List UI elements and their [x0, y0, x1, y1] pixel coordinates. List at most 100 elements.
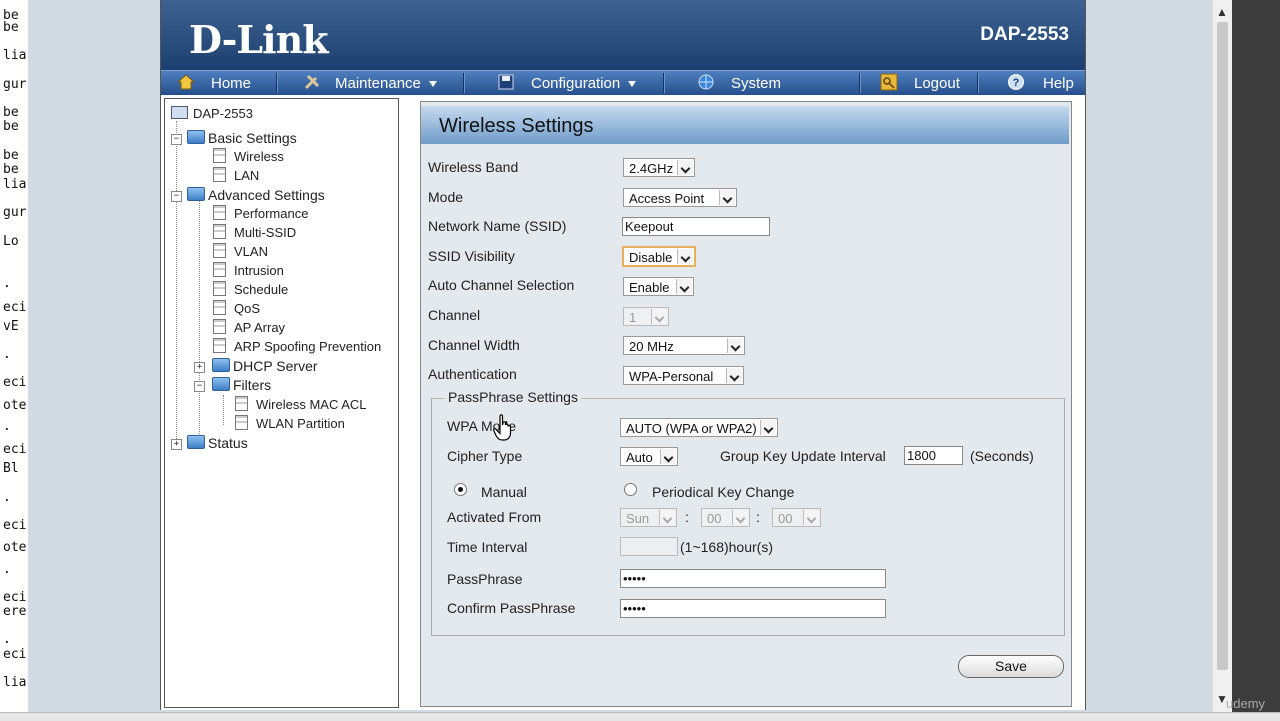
- manual-radio[interactable]: [454, 483, 467, 496]
- activated-minute-value: 00: [778, 511, 793, 526]
- auto-channel-select[interactable]: Enable: [623, 277, 694, 296]
- collapse-icon[interactable]: −: [194, 381, 205, 392]
- tree-status-label: Status: [208, 435, 248, 451]
- tree-dhcp-label: DHCP Server: [233, 358, 318, 374]
- confirm-passphrase-input[interactable]: [620, 599, 886, 618]
- tree-advanced-settings[interactable]: Advanced Settings: [187, 186, 325, 204]
- tree-guide: [223, 395, 224, 425]
- navigation-tree: DAP-2553 − Basic Settings Wireless LAN −…: [164, 98, 399, 708]
- collapse-icon[interactable]: −: [171, 134, 182, 145]
- mode-select[interactable]: Access Point: [623, 188, 737, 207]
- tree-filters[interactable]: Filters: [212, 376, 271, 394]
- chevron-down-icon: [628, 81, 637, 88]
- expand-icon[interactable]: +: [171, 439, 182, 450]
- wpa-mode-select[interactable]: AUTO (WPA or WPA2): [620, 418, 778, 437]
- passphrase-input[interactable]: [620, 569, 886, 588]
- nav-maintenance-label: Maintenance: [335, 75, 421, 92]
- tree-item-multi-ssid[interactable]: Multi-SSID: [213, 224, 296, 242]
- nav-logout[interactable]: Logout: [880, 71, 960, 95]
- terminal-text-fragment: be: [3, 20, 19, 35]
- periodical-radio[interactable]: [624, 483, 637, 496]
- folder-icon: [212, 377, 230, 391]
- activated-hour-select[interactable]: 00: [701, 508, 750, 527]
- ssid-input[interactable]: [622, 217, 770, 236]
- save-button[interactable]: Save: [958, 655, 1064, 678]
- authentication-value: WPA-Personal: [629, 369, 714, 384]
- wireless-band-select[interactable]: 2.4GHz: [623, 158, 695, 177]
- seconds-label: (Seconds): [970, 448, 1034, 464]
- main-nav: Home Maintenance Configuration System Lo…: [161, 70, 1085, 95]
- tree-item-wireless-mac-acl[interactable]: Wireless MAC ACL: [235, 396, 367, 414]
- terminal-text-fragment: .: [3, 347, 11, 362]
- page-icon: [213, 319, 226, 334]
- tree-item-schedule[interactable]: Schedule: [213, 281, 288, 299]
- page-icon: [235, 396, 248, 411]
- terminal-text-fragment: ere: [3, 604, 27, 619]
- terminal-text-fragment: be: [3, 119, 19, 134]
- globe-icon: [698, 74, 714, 90]
- dropdown-arrow-icon: [732, 510, 748, 525]
- terminal-text-fragment: ote: [3, 398, 27, 413]
- tree-item-vlan[interactable]: VLAN: [213, 243, 268, 261]
- tree-item-ap-array[interactable]: AP Array: [213, 319, 285, 337]
- nav-help[interactable]: ? Help: [1007, 71, 1074, 95]
- terminal-text-fragment: be: [3, 148, 19, 163]
- nav-separator: [463, 73, 465, 93]
- page-icon: [235, 415, 248, 430]
- vertical-scrollbar[interactable]: ▲ ▼: [1212, 0, 1233, 712]
- tree-dhcp-server[interactable]: DHCP Server: [212, 357, 318, 375]
- time-interval-label: Time Interval: [447, 539, 528, 555]
- tree-guide: [199, 196, 200, 446]
- tree-qos-label: QoS: [234, 301, 261, 316]
- time-colon: :: [756, 509, 760, 525]
- tree-basic-settings[interactable]: Basic Settings: [187, 129, 297, 147]
- dlink-logo: D-Link: [189, 17, 329, 62]
- page-icon: [213, 338, 226, 353]
- nav-system[interactable]: System: [697, 71, 781, 95]
- tree-item-wlan-partition[interactable]: WLAN Partition: [235, 415, 345, 433]
- activated-day-value: Sun: [626, 511, 650, 526]
- nav-separator: [977, 73, 979, 93]
- expand-icon[interactable]: +: [194, 362, 205, 373]
- nav-configuration[interactable]: Configuration: [497, 71, 637, 95]
- terminal-text-fragment: be: [3, 105, 19, 120]
- cipher-type-label: Cipher Type: [447, 448, 523, 464]
- channel-width-select[interactable]: 20 MHz: [623, 336, 745, 355]
- tree-item-performance[interactable]: Performance: [213, 205, 308, 223]
- time-interval-input[interactable]: [620, 537, 678, 556]
- tree-item-intrusion[interactable]: Intrusion: [213, 262, 284, 280]
- auto-channel-value: Enable: [629, 280, 670, 295]
- ssid-visibility-select[interactable]: Disable: [622, 246, 696, 267]
- tree-item-lan[interactable]: LAN: [213, 167, 259, 185]
- activated-day-select[interactable]: Sun: [620, 508, 677, 527]
- tree-root[interactable]: DAP-2553: [171, 105, 253, 123]
- scrollbar-thumb[interactable]: [1217, 22, 1228, 670]
- terminal-text-fragment: vE: [3, 319, 19, 334]
- nav-maintenance[interactable]: Maintenance: [303, 71, 437, 95]
- terminal-text-fragment: Lo: [3, 234, 19, 249]
- tree-advanced-label: Advanced Settings: [208, 187, 325, 203]
- page-title: Wireless Settings: [421, 106, 1069, 144]
- channel-select[interactable]: 1: [623, 307, 669, 326]
- passphrase-settings-legend: PassPhrase Settings: [445, 389, 581, 405]
- cipher-type-select[interactable]: Auto: [620, 447, 678, 466]
- collapse-icon[interactable]: −: [171, 191, 182, 202]
- tree-schedule-label: Schedule: [234, 282, 289, 297]
- folder-icon: [212, 358, 230, 372]
- scroll-up-icon[interactable]: ▲: [1216, 5, 1228, 19]
- auto-channel-label: Auto Channel Selection: [428, 277, 575, 293]
- tree-item-arp[interactable]: ARP Spoofing Prevention: [213, 338, 381, 356]
- dropdown-arrow-icon: [651, 309, 667, 324]
- group-key-input[interactable]: [904, 446, 963, 465]
- nav-home[interactable]: Home: [177, 71, 251, 95]
- tree-item-wireless[interactable]: Wireless: [213, 148, 284, 166]
- periodical-label: Periodical Key Change: [652, 484, 795, 500]
- authentication-select[interactable]: WPA-Personal: [623, 366, 744, 385]
- page-icon: [213, 205, 226, 220]
- wireless-band-label: Wireless Band: [428, 159, 519, 175]
- nav-separator: [276, 73, 278, 93]
- activated-minute-select[interactable]: 00: [772, 508, 821, 527]
- terminal-text-fragment: lia: [3, 675, 27, 690]
- tree-status[interactable]: Status: [187, 434, 248, 452]
- tree-item-qos[interactable]: QoS: [213, 300, 260, 318]
